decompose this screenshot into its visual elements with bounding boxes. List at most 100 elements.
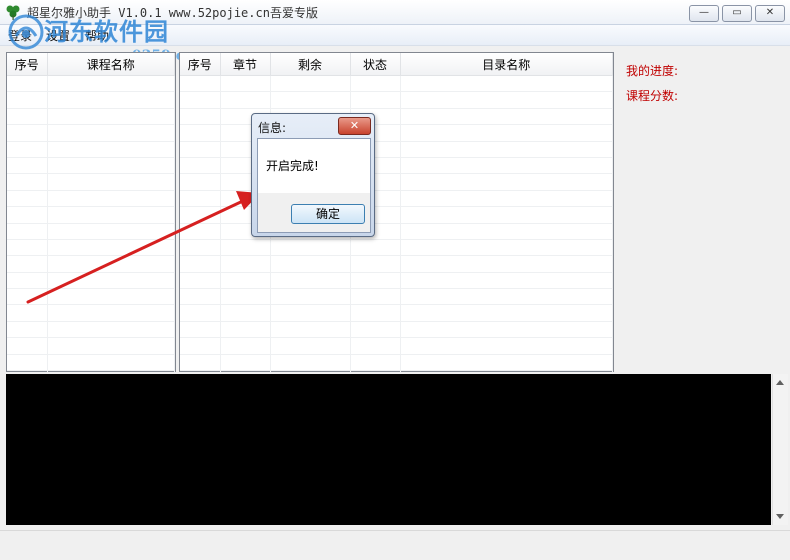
table-cell xyxy=(220,272,271,290)
table-cell xyxy=(180,108,221,126)
console-scrollbar[interactable] xyxy=(772,374,788,525)
table-row[interactable] xyxy=(180,206,613,224)
course-col-index[interactable]: 序号 xyxy=(7,53,48,76)
maximize-button[interactable]: ▭ xyxy=(722,5,752,22)
chapter-col-remaining[interactable]: 剩余 xyxy=(270,53,351,76)
table-cell xyxy=(7,157,48,175)
table-cell xyxy=(400,206,613,224)
table-row[interactable] xyxy=(180,141,613,158)
dialog-ok-button[interactable]: 确定 xyxy=(291,204,365,224)
table-cell xyxy=(7,337,48,355)
table-row[interactable] xyxy=(7,337,175,355)
table-row[interactable] xyxy=(7,272,175,290)
table-row[interactable] xyxy=(7,255,175,273)
table-cell xyxy=(47,173,175,191)
course-list[interactable]: 序号 课程名称 xyxy=(6,52,176,388)
course-col-name[interactable]: 课程名称 xyxy=(47,53,175,76)
scroll-down-icon[interactable] xyxy=(776,514,784,519)
table-cell xyxy=(47,75,175,93)
table-cell xyxy=(350,337,401,355)
table-cell xyxy=(47,255,175,273)
table-row[interactable] xyxy=(180,124,613,142)
table-row[interactable] xyxy=(180,337,613,355)
table-row[interactable] xyxy=(7,173,175,191)
table-row[interactable] xyxy=(7,190,175,208)
info-dialog: 信息: ✕ 开启完成! 确定 xyxy=(251,113,375,237)
chapter-col-status[interactable]: 状态 xyxy=(350,53,401,76)
table-row[interactable] xyxy=(180,272,613,290)
table-cell xyxy=(47,337,175,355)
table-cell xyxy=(400,141,613,158)
console-log[interactable] xyxy=(6,374,771,525)
table-row[interactable] xyxy=(7,124,175,142)
table-row[interactable] xyxy=(180,190,613,208)
chapter-col-chapter[interactable]: 章节 xyxy=(220,53,271,76)
table-cell xyxy=(400,223,613,240)
table-row[interactable] xyxy=(7,288,175,306)
table-cell xyxy=(400,255,613,273)
table-cell xyxy=(270,75,351,93)
table-cell xyxy=(220,288,271,306)
chapter-col-index[interactable]: 序号 xyxy=(180,53,221,76)
table-cell xyxy=(180,124,221,142)
table-cell xyxy=(180,337,221,355)
clover-icon xyxy=(6,5,20,20)
table-row[interactable] xyxy=(180,354,613,372)
table-row[interactable] xyxy=(7,108,175,126)
window-title: 超星尔雅小助手 V1.0.1 www.52pojie.cn吾爱专版 xyxy=(27,6,318,20)
table-cell xyxy=(7,91,48,109)
table-row[interactable] xyxy=(7,239,175,257)
table-row[interactable] xyxy=(180,173,613,191)
table-cell xyxy=(180,157,221,175)
close-button[interactable]: ✕ xyxy=(755,5,785,22)
dialog-close-button[interactable]: ✕ xyxy=(338,117,371,135)
menu-login[interactable]: 登录 xyxy=(8,27,32,44)
table-row[interactable] xyxy=(7,206,175,224)
table-cell xyxy=(400,239,613,257)
table-row[interactable] xyxy=(7,91,175,109)
table-row[interactable] xyxy=(7,75,175,93)
table-row[interactable] xyxy=(180,108,613,126)
title-bar: 超星尔雅小助手 V1.0.1 www.52pojie.cn吾爱专版 — ▭ ✕ xyxy=(0,0,790,25)
table-row[interactable] xyxy=(180,75,613,93)
minimize-button[interactable]: — xyxy=(689,5,719,22)
table-row[interactable] xyxy=(7,304,175,322)
chapter-col-directory[interactable]: 目录名称 xyxy=(400,53,613,76)
table-cell xyxy=(400,91,613,109)
table-cell xyxy=(350,354,401,372)
table-cell xyxy=(180,91,221,109)
course-table: 序号 课程名称 xyxy=(7,53,175,388)
table-cell xyxy=(7,354,48,372)
table-row[interactable] xyxy=(180,239,613,257)
table-row[interactable] xyxy=(180,288,613,306)
table-row[interactable] xyxy=(7,141,175,158)
table-cell xyxy=(7,141,48,158)
menu-help[interactable]: 帮助 xyxy=(85,27,109,44)
menu-settings[interactable]: 设置 xyxy=(46,27,70,44)
menu-bar: 登录 设置 帮助 xyxy=(0,25,790,46)
table-row[interactable] xyxy=(7,321,175,339)
table-row[interactable] xyxy=(7,354,175,372)
table-row[interactable] xyxy=(180,255,613,273)
table-cell xyxy=(400,108,613,126)
table-row[interactable] xyxy=(180,223,613,240)
table-cell xyxy=(7,223,48,240)
table-cell xyxy=(220,337,271,355)
chapter-list[interactable]: 序号 章节 剩余 状态 目录名称 xyxy=(179,52,614,388)
table-cell xyxy=(7,288,48,306)
table-cell xyxy=(220,255,271,273)
table-cell xyxy=(350,75,401,93)
status-bar xyxy=(0,530,790,560)
table-row[interactable] xyxy=(180,321,613,339)
table-cell xyxy=(47,157,175,175)
table-row[interactable] xyxy=(7,223,175,240)
table-cell xyxy=(47,304,175,322)
scroll-up-icon[interactable] xyxy=(776,380,784,385)
table-cell xyxy=(180,206,221,224)
table-cell xyxy=(220,321,271,339)
table-row[interactable] xyxy=(7,157,175,175)
table-row[interactable] xyxy=(180,157,613,175)
table-row[interactable] xyxy=(180,304,613,322)
table-row[interactable] xyxy=(180,91,613,109)
table-cell xyxy=(47,141,175,158)
